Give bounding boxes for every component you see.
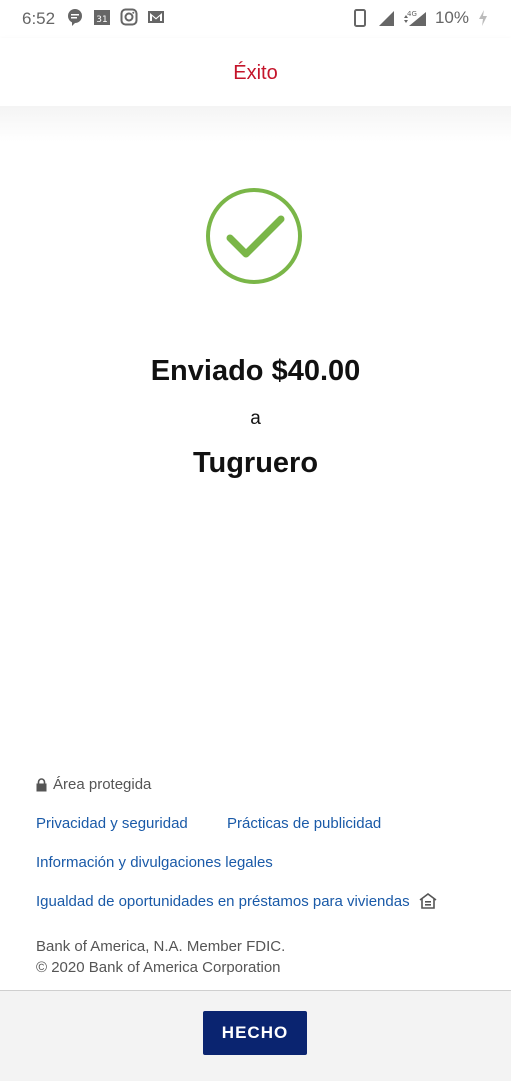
signal-4g-icon: 4G: [403, 10, 426, 26]
header-shadow-band: [0, 106, 511, 142]
advertising-practices-link[interactable]: Prácticas de publicidad: [227, 815, 381, 832]
svg-text:4G: 4G: [407, 10, 417, 18]
equal-housing-icon: [419, 893, 437, 909]
chat-bubble-icon: [68, 9, 82, 26]
lock-icon: [36, 777, 47, 791]
battery-charging-icon: [479, 10, 487, 26]
privacy-security-link[interactable]: Privacidad y seguridad: [36, 815, 188, 832]
instagram-icon: [120, 8, 138, 26]
success-check-icon: [206, 188, 302, 284]
calendar-icon: 31: [94, 10, 110, 25]
recipient-name: Tugruero: [192, 447, 319, 479]
equal-housing-link[interactable]: Igualdad de oportunidades en préstamos p…: [36, 893, 410, 910]
secure-area: Área protegida: [36, 776, 151, 793]
sent-to-label: a: [250, 408, 261, 429]
svg-text:31: 31: [96, 15, 107, 25]
system-icons: 4G 10%: [351, 8, 489, 28]
status-time: 6:52: [22, 9, 56, 28]
secure-area-label: Área protegida: [53, 776, 152, 793]
app-header: Éxito: [0, 38, 511, 106]
copyright-notice: © 2020 Bank of America Corporation: [36, 959, 281, 976]
status-bar: 6:52 31 4G 10%: [0, 0, 511, 38]
vibrate-icon: [353, 9, 366, 27]
page-title: Éxito: [233, 62, 278, 84]
fdic-notice: Bank of America, N.A. Member FDIC.: [36, 938, 286, 955]
legal-disclosures-link[interactable]: Información y divulgaciones legales: [36, 854, 273, 871]
battery-percent: 10%: [434, 8, 469, 27]
signal-icon: [378, 11, 394, 26]
notification-icons: 31: [66, 8, 165, 26]
bottom-action-bar: HECHO: [0, 990, 511, 1081]
sent-amount: Enviado $40.00: [150, 355, 361, 387]
gmail-icon: [148, 11, 164, 23]
done-button[interactable]: HECHO: [203, 1011, 307, 1055]
